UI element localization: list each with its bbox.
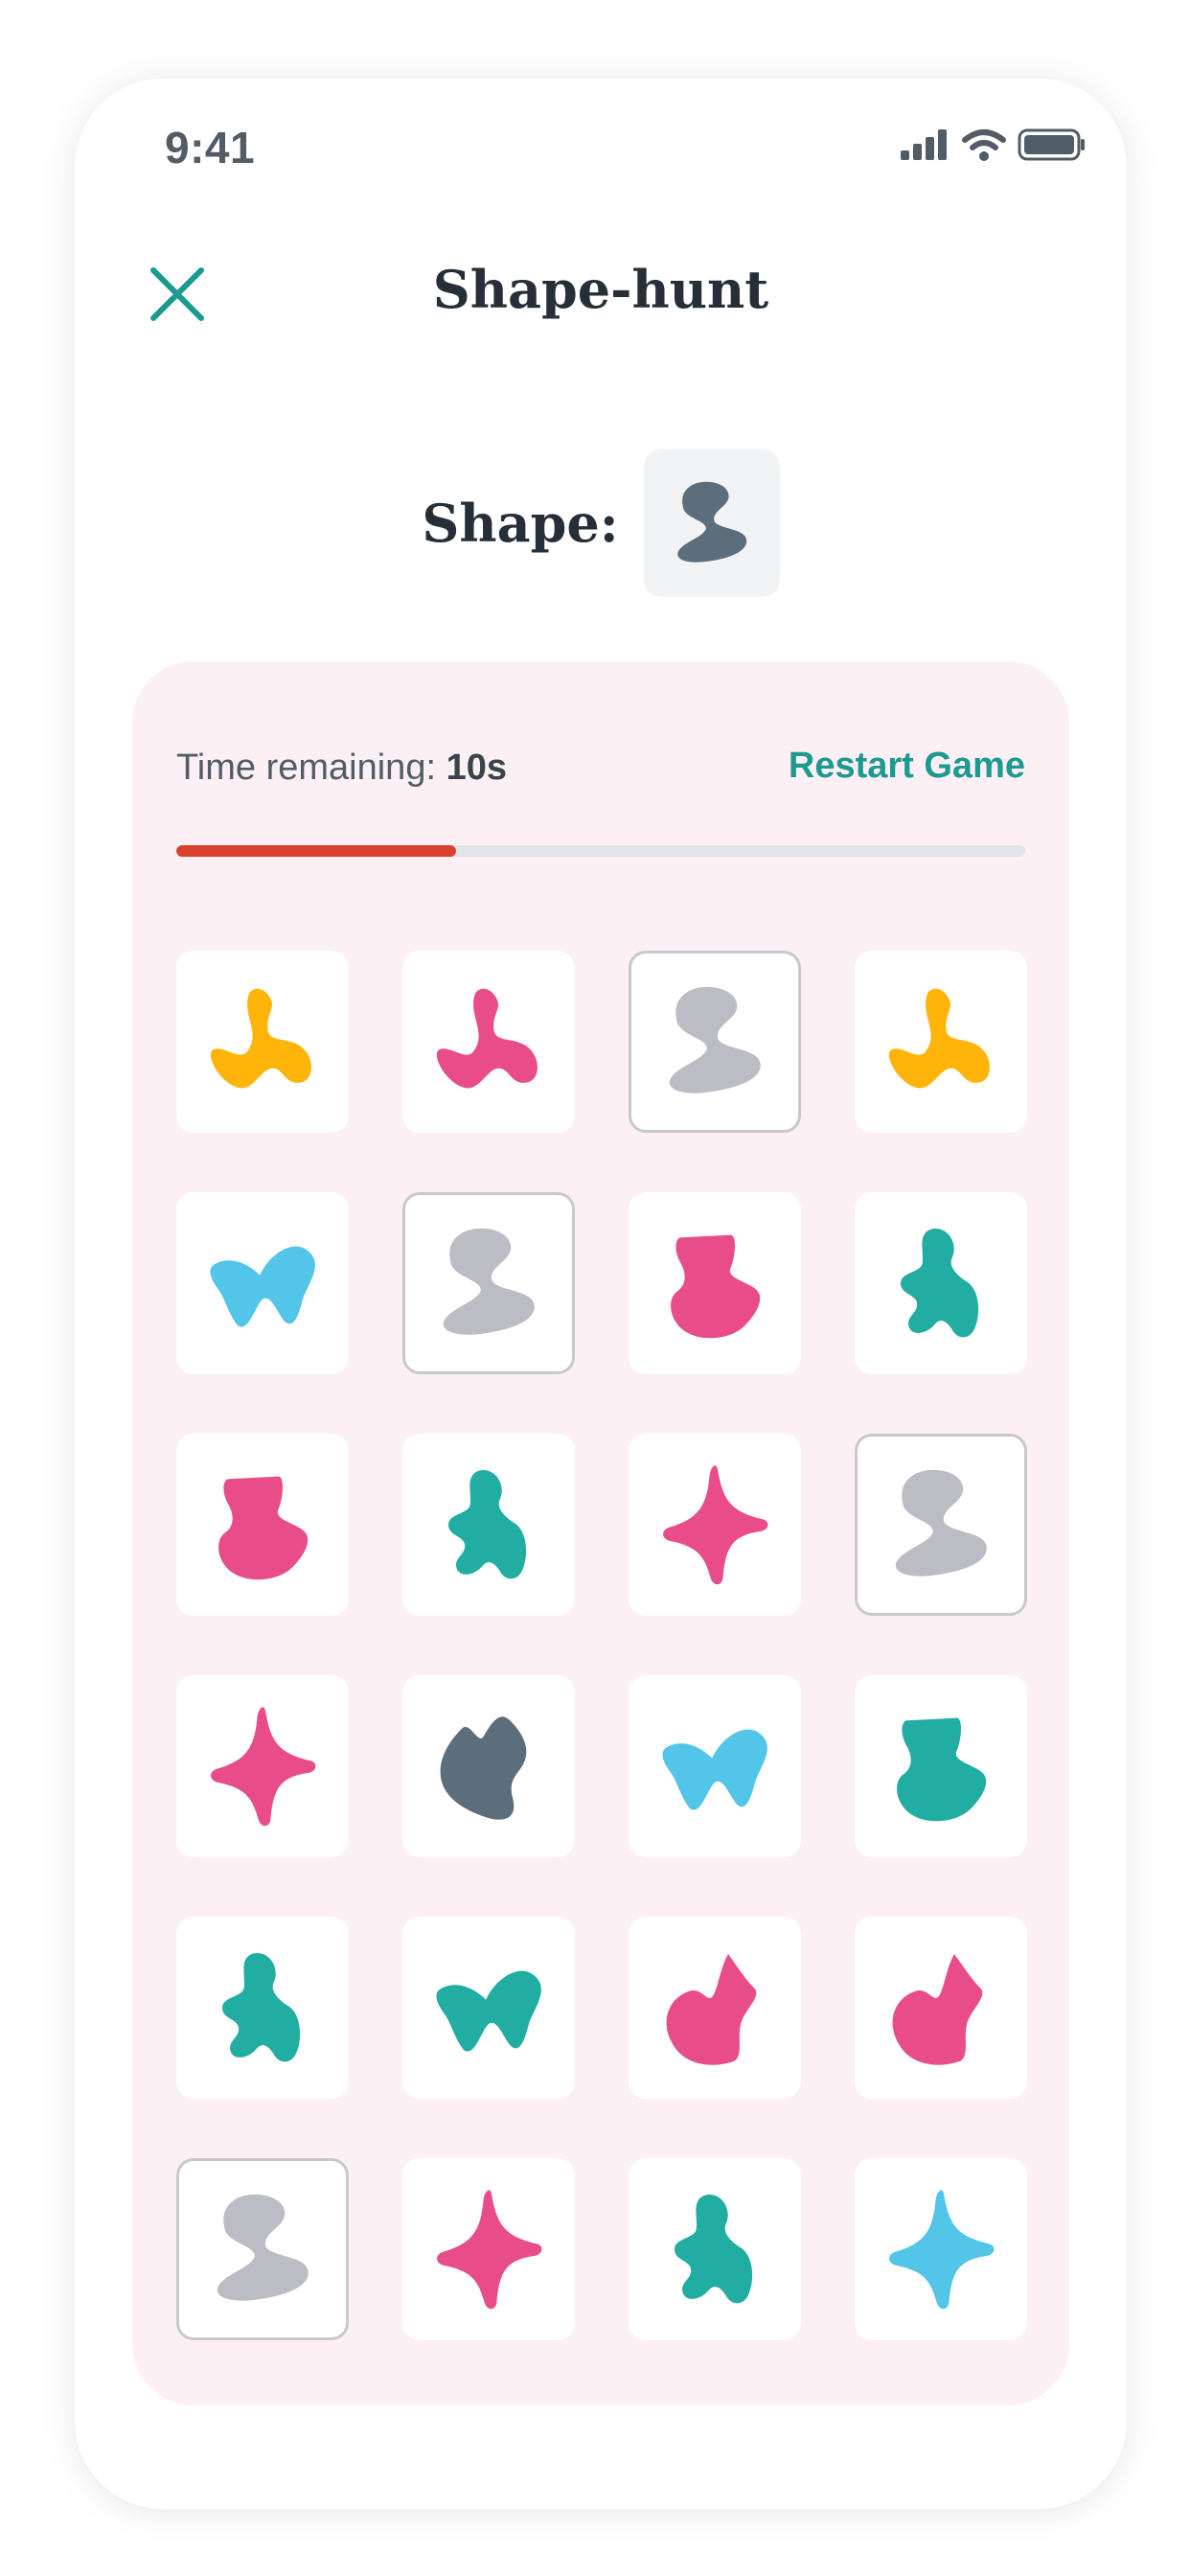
shape-tile[interactable] bbox=[176, 1917, 349, 2099]
shape-tile[interactable] bbox=[402, 1434, 575, 1616]
status-time: 9:41 bbox=[165, 123, 256, 172]
star-icon bbox=[211, 1707, 316, 1827]
shape-tile[interactable] bbox=[402, 1192, 575, 1374]
clover-icon bbox=[675, 2195, 753, 2304]
clover-icon bbox=[901, 1229, 979, 1338]
time-progress-bar bbox=[176, 845, 1025, 857]
target-shape-row: Shape: bbox=[75, 448, 1127, 598]
game-panel: Time remaining: 10s Restart Game bbox=[132, 661, 1069, 2405]
shape-tile[interactable] bbox=[176, 1192, 349, 1374]
restart-button[interactable]: Restart Game bbox=[789, 746, 1025, 787]
time-remaining: Time remaining: 10s bbox=[176, 748, 507, 789]
star-icon bbox=[889, 2190, 995, 2310]
target-shape-box bbox=[643, 449, 780, 597]
boot-icon bbox=[897, 1717, 987, 1822]
phone-frame: 9:41 Shape-hunt Shape: Time remaining: 1… bbox=[75, 79, 1127, 2509]
shape-tile[interactable] bbox=[629, 1434, 801, 1616]
boot-icon bbox=[671, 1234, 761, 1339]
shape-tile[interactable] bbox=[855, 951, 1027, 1133]
target-label: Shape: bbox=[422, 493, 619, 554]
battery-icon bbox=[1018, 128, 1085, 161]
status-icons bbox=[901, 128, 1087, 161]
s-blob-icon bbox=[443, 1228, 535, 1335]
time-label: Time remaining: bbox=[176, 748, 437, 788]
s-blob-icon bbox=[217, 2194, 309, 2301]
wifi-icon bbox=[962, 129, 1006, 161]
flame-icon bbox=[892, 1954, 983, 2065]
s-blob-icon bbox=[895, 1469, 987, 1576]
time-progress-fill bbox=[176, 845, 457, 857]
flame-icon bbox=[666, 1954, 757, 2065]
star-icon bbox=[437, 2190, 542, 2310]
signal-icon bbox=[901, 129, 947, 160]
splash-icon bbox=[436, 988, 538, 1089]
shape-tile[interactable] bbox=[855, 1434, 1027, 1616]
shape-tile[interactable] bbox=[176, 1434, 349, 1616]
splash-icon bbox=[888, 988, 990, 1089]
shape-tile[interactable] bbox=[402, 1675, 575, 1857]
shape-tile[interactable] bbox=[402, 951, 575, 1133]
shape-tile[interactable] bbox=[855, 1675, 1027, 1857]
shape-tile[interactable] bbox=[402, 2158, 575, 2340]
shape-tile[interactable] bbox=[855, 1192, 1027, 1374]
crown-icon bbox=[440, 1716, 527, 1820]
page-title: Shape-hunt bbox=[432, 259, 769, 320]
star-icon bbox=[663, 1465, 768, 1585]
shape-tile[interactable] bbox=[176, 1675, 349, 1857]
shape-tile[interactable] bbox=[855, 2158, 1027, 2340]
shape-tile[interactable] bbox=[176, 2158, 349, 2340]
time-value: 10s bbox=[446, 748, 507, 788]
clover-icon bbox=[448, 1470, 527, 1579]
target-s-blob-icon bbox=[676, 481, 746, 563]
shape-tile[interactable] bbox=[629, 951, 801, 1133]
boot-icon bbox=[218, 1476, 309, 1580]
splash-icon bbox=[210, 988, 311, 1089]
shape-tile[interactable] bbox=[855, 1917, 1027, 2099]
shape-tile[interactable] bbox=[402, 1917, 575, 2099]
s-blob-icon bbox=[669, 986, 761, 1093]
fish-icon bbox=[662, 1729, 767, 1810]
clover-icon bbox=[222, 1953, 301, 2062]
shape-tile[interactable] bbox=[629, 1675, 801, 1857]
shape-tile[interactable] bbox=[629, 1192, 801, 1374]
shape-tile[interactable] bbox=[629, 2158, 801, 2340]
shape-tile[interactable] bbox=[629, 1917, 801, 2099]
fish-icon bbox=[436, 1970, 541, 2052]
shape-grid bbox=[176, 951, 1029, 2340]
fish-icon bbox=[210, 1246, 315, 1327]
shape-tile[interactable] bbox=[176, 951, 349, 1133]
